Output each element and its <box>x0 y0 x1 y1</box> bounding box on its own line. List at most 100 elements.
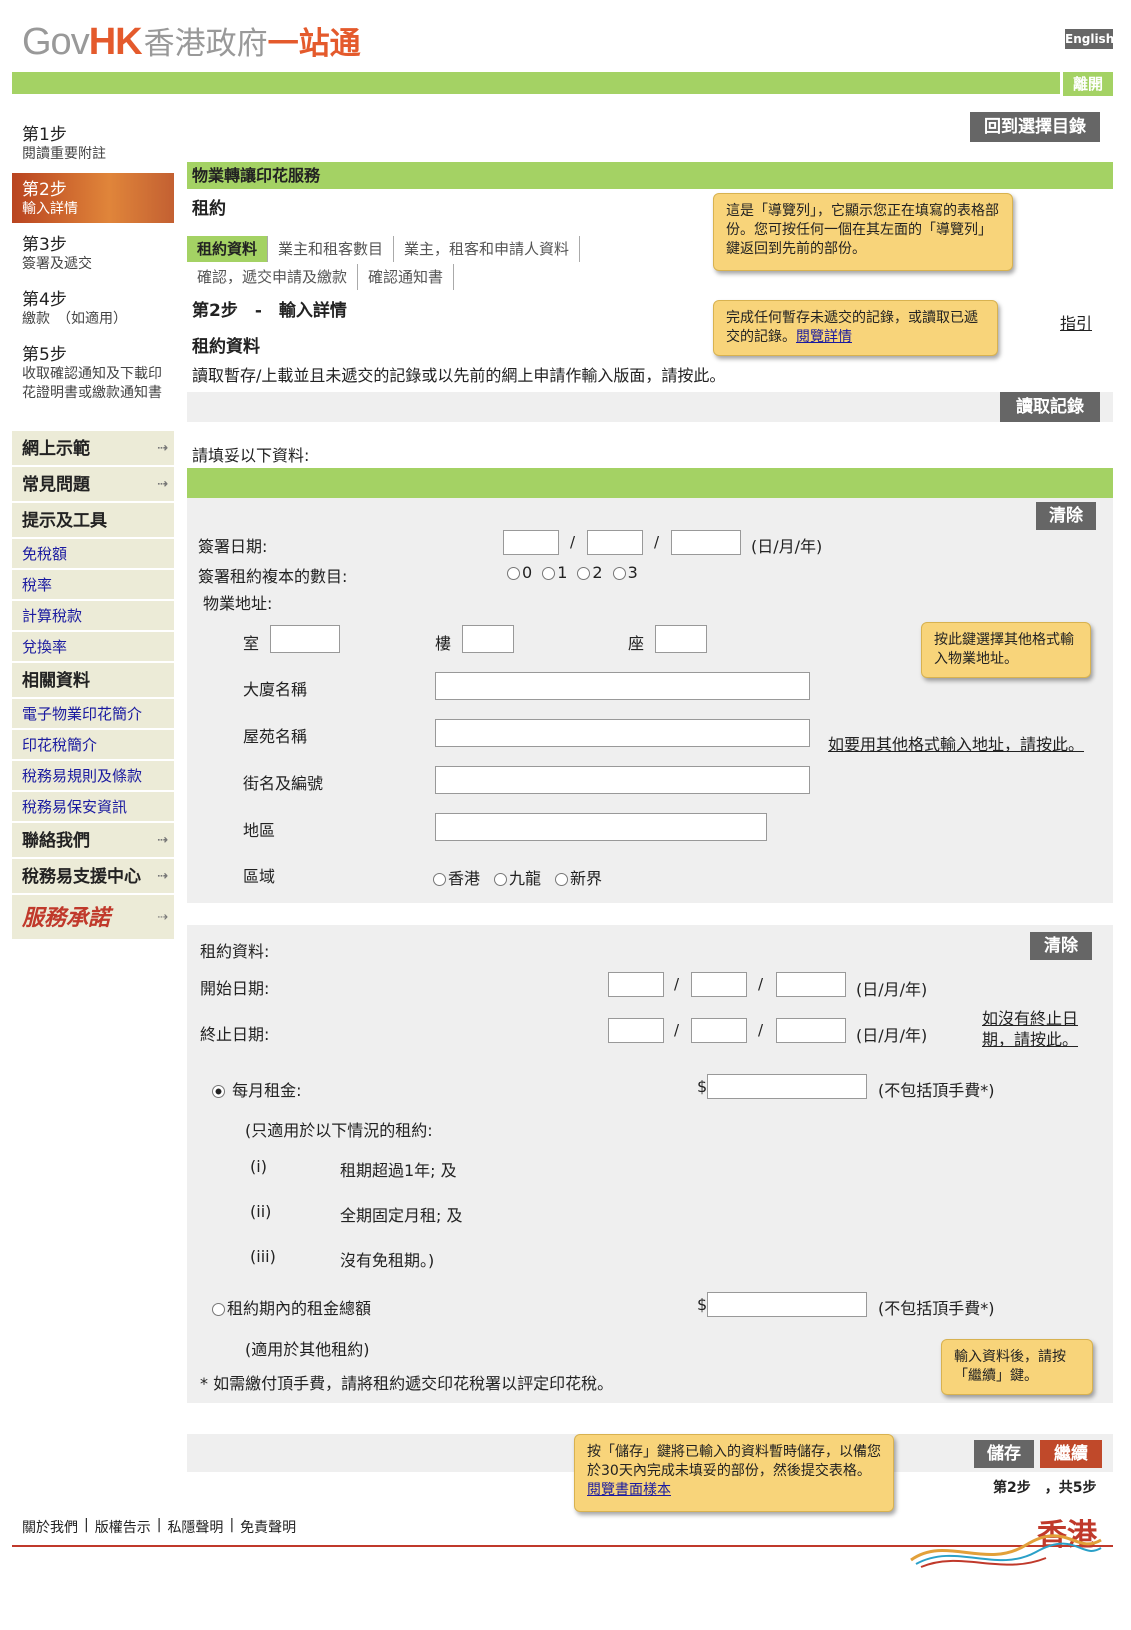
menu-demo[interactable]: 網上示範 ⇢ <box>12 431 174 467</box>
menu-exempt[interactable]: 免稅額 <box>12 539 174 570</box>
breadcrumb-item-confirm: 確認，遞交申請及繳款 <box>187 264 359 290</box>
dollar-sign: $ <box>697 1077 708 1096</box>
room-label: 室 <box>243 634 260 653</box>
menu-label: 常見問題 <box>22 475 90 495</box>
expand-arrow-icon: ⇢ <box>157 869 168 884</box>
street-input[interactable] <box>435 766 810 794</box>
menu-terms[interactable]: 稅務易規則及條款 <box>12 761 174 792</box>
breadcrumb: 租約資料 業主和租客數目 業主，租客和申請人資料 <box>187 236 581 262</box>
copies-radio-1[interactable]: 1 <box>542 563 567 582</box>
govhk-logo[interactable]: Gov HK 香港政府 一站通 <box>22 18 361 63</box>
breadcrumb-item-parties: 業主，租客和申請人資料 <box>394 236 581 262</box>
breadcrumb-item-lease[interactable]: 租約資料 <box>187 236 269 262</box>
menu-rates[interactable]: 稅率 <box>12 570 174 601</box>
footer-about-link[interactable]: 關於我們 <box>22 1517 78 1537</box>
save-button[interactable]: 儲存 <box>974 1440 1034 1468</box>
expand-arrow-icon: ⇢ <box>157 833 168 848</box>
start-year-input[interactable] <box>776 972 846 997</box>
region-radio-kln[interactable]: 九龍 <box>494 865 541 889</box>
step-1: 第1步 閱讀重要附註 <box>22 118 174 168</box>
progress-text: 第2步 ，共5步 <box>993 1480 1097 1496</box>
region-radio-hk[interactable]: 香港 <box>433 865 480 889</box>
district-input[interactable] <box>435 813 767 841</box>
start-month-input[interactable] <box>691 972 747 997</box>
end-year-input[interactable] <box>776 1018 846 1043</box>
copies-radio-0[interactable]: 0 <box>507 563 532 582</box>
monthly-rent-radio[interactable]: 每月租金: <box>212 1077 302 1101</box>
side-menu: 網上示範 ⇢ 常見問題 ⇢ 提示及工具 免稅額 稅率 計算稅款 兌換率 相關資料 電… <box>12 431 174 941</box>
start-day-input[interactable] <box>608 972 664 997</box>
sign-day-input[interactable] <box>503 530 559 555</box>
radio-label: 九龍 <box>509 869 542 888</box>
step-title: 第2步 - 輸入詳情 <box>192 301 347 321</box>
copies-radio-group: 0 1 2 3 <box>507 563 638 582</box>
copies-radio-2[interactable]: 2 <box>577 563 603 582</box>
step-list: 第1步 閱讀重要附註 第2步 輸入詳情 第3步 簽署及遞交 第4步 繳款 （如適用） 第… <box>12 118 174 423</box>
other-address-format-link[interactable]: 如要用其他格式輸入地址，請按此。 <box>828 734 1088 755</box>
tip-retrieve: 完成任何暫存未遞交的記錄，或讀取已遞交的記錄。閱覽詳情 <box>713 300 998 356</box>
clear-button-2[interactable]: 清除 <box>1030 932 1092 960</box>
end-month-input[interactable] <box>691 1018 747 1043</box>
sign-month-input[interactable] <box>587 530 643 555</box>
radio-icon <box>212 1085 225 1098</box>
total-rent-radio[interactable]: 租約期內的租金總額 <box>212 1295 371 1319</box>
radio-label: 香港 <box>448 869 481 888</box>
footer-copyright-link[interactable]: 版權告示 <box>95 1517 151 1537</box>
room-input[interactable] <box>270 625 340 653</box>
menu-support[interactable]: 稅務易支援中心 ⇢ <box>12 859 174 895</box>
estate-input[interactable] <box>435 719 810 747</box>
no-end-date-link[interactable]: 如沒有終止日期，請按此。 <box>982 1008 1094 1050</box>
address-panel <box>187 498 1113 903</box>
continue-button[interactable]: 繼續 <box>1040 1440 1102 1468</box>
monthly-rent-input[interactable] <box>707 1074 867 1099</box>
form-subtitle: 租約 <box>192 199 226 219</box>
tip-save: 按「儲存」鍵將已輸入的資料暫時儲存，以備您於30天內完成未填妥的部份，然後提交表… <box>574 1434 894 1512</box>
fill-prompt: 請填妥以下資料: <box>192 446 310 465</box>
date-slash: / <box>758 1021 764 1039</box>
region-radio-nt[interactable]: 新界 <box>555 865 602 889</box>
leave-button[interactable]: 離開 <box>1060 72 1113 96</box>
step-2-active: 第2步 輸入詳情 <box>12 173 174 223</box>
menu-stampintro[interactable]: 印花稅簡介 <box>12 730 174 761</box>
breadcrumb-item-count: 業主和租客數目 <box>268 236 395 262</box>
block-input[interactable] <box>655 625 707 653</box>
back-to-menu-button[interactable]: 回到選擇目錄 <box>970 112 1100 142</box>
clear-button-1[interactable]: 清除 <box>1036 502 1096 530</box>
cond-text: 沒有免租期。) <box>340 1251 435 1270</box>
region-label: 區域 <box>243 867 276 886</box>
radio-icon <box>612 567 626 580</box>
menu-fx[interactable]: 兌換率 <box>12 632 174 663</box>
sign-year-input[interactable] <box>671 530 741 555</box>
date-slash: / <box>674 975 680 993</box>
guide-link[interactable]: 指引 <box>1060 310 1092 334</box>
footer-privacy-link[interactable]: 私隱聲明 <box>167 1517 223 1537</box>
bldg-input[interactable] <box>435 672 810 700</box>
excl-note: (不包括頂手費*) <box>878 1299 995 1318</box>
dmy-hint: (日/月/年) <box>751 537 823 556</box>
tip-sample-link[interactable]: 閱覽書面樣本 <box>587 1482 671 1498</box>
menu-faq[interactable]: 常見問題 ⇢ <box>12 467 174 503</box>
menu-contact[interactable]: 聯絡我們 ⇢ <box>12 823 174 859</box>
footer-disclaimer-link[interactable]: 免責聲明 <box>240 1517 296 1537</box>
total-rent-input[interactable] <box>707 1292 867 1317</box>
radio-icon <box>555 873 569 886</box>
end-day-input[interactable] <box>608 1018 664 1043</box>
menu-pledge[interactable]: 服務承諾 ⇢ <box>12 895 174 941</box>
menu-estamp[interactable]: 電子物業印花簡介 <box>12 699 174 730</box>
form-title: 租約資料 <box>192 337 260 357</box>
retrieve-button[interactable]: 讀取記錄 <box>1000 392 1100 422</box>
menu-security[interactable]: 稅務易保安資訊 <box>12 792 174 823</box>
step-desc: 輸入詳情 <box>22 201 78 217</box>
expand-arrow-icon: ⇢ <box>157 910 168 925</box>
menu-calc[interactable]: 計算稅款 <box>12 601 174 632</box>
english-button[interactable]: English <box>1065 29 1114 49</box>
tip-view-details-link[interactable]: 閱覽詳情 <box>796 329 852 345</box>
dollar-sign: $ <box>697 1295 708 1314</box>
radio-icon <box>433 873 446 886</box>
retrieve-bar <box>187 392 1113 422</box>
radio-label: 租約期內的租金總額 <box>227 1299 372 1318</box>
floor-input[interactable] <box>462 625 514 653</box>
end-date-label: 終止日期: <box>200 1025 270 1044</box>
copies-radio-3[interactable]: 3 <box>612 563 638 582</box>
expand-arrow-icon: ⇢ <box>157 441 168 456</box>
